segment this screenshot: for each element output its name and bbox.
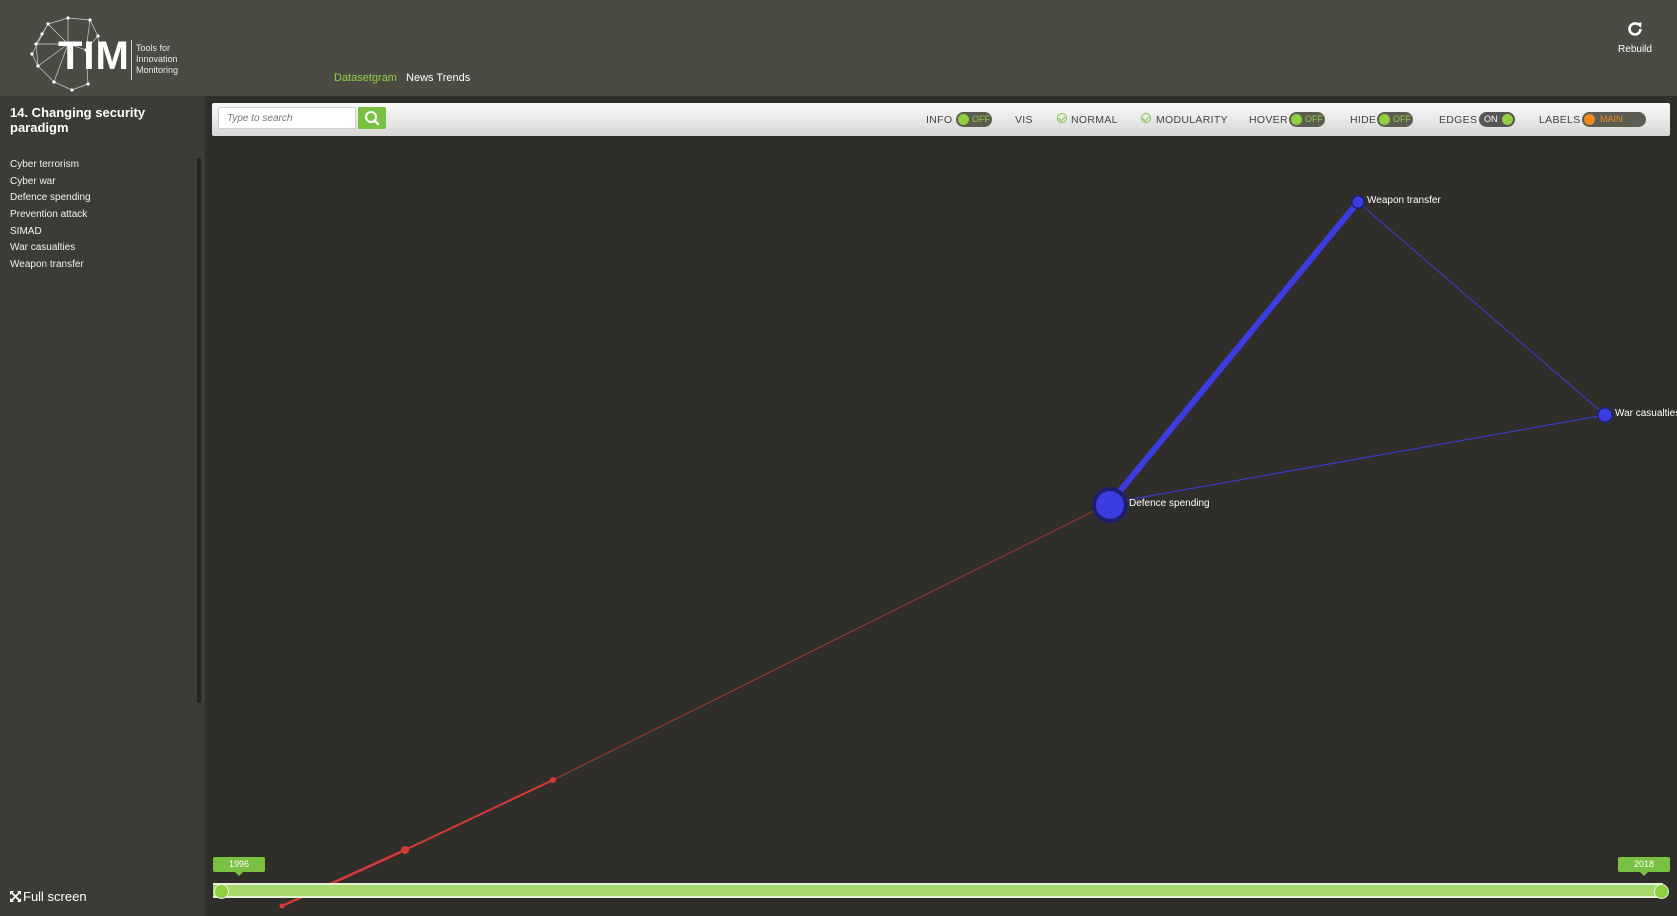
network-graph[interactable]: Defence spending Weapon transfer War cas… xyxy=(0,0,1677,916)
graph-node-red[interactable] xyxy=(401,846,409,854)
graph-node-red[interactable] xyxy=(279,903,285,909)
node-label-war-casualties: War casualties xyxy=(1615,408,1677,419)
timeline-slider-track[interactable] xyxy=(213,883,1663,898)
timeline-start-handle[interactable] xyxy=(214,884,229,899)
node-label-weapon-transfer: Weapon transfer xyxy=(1367,195,1441,206)
graph-node-red[interactable] xyxy=(550,777,556,783)
graph-node-weapon-transfer[interactable] xyxy=(1352,196,1364,208)
edge-red-2 xyxy=(404,779,554,851)
graph-node-war-casualties[interactable] xyxy=(1598,408,1612,422)
edge-red-3 xyxy=(552,502,1111,781)
graph-node-defence-spending[interactable] xyxy=(1096,491,1124,519)
node-label-defence-spending: Defence spending xyxy=(1129,498,1210,509)
timeline-start-year: 1996 xyxy=(213,857,265,876)
timeline-end-year: 2018 xyxy=(1618,857,1670,876)
edge-defence-war xyxy=(1109,414,1606,504)
timeline-end-handle[interactable] xyxy=(1654,884,1669,899)
edge-defence-weapon xyxy=(1107,200,1361,505)
edge-weapon-war xyxy=(1357,201,1606,416)
